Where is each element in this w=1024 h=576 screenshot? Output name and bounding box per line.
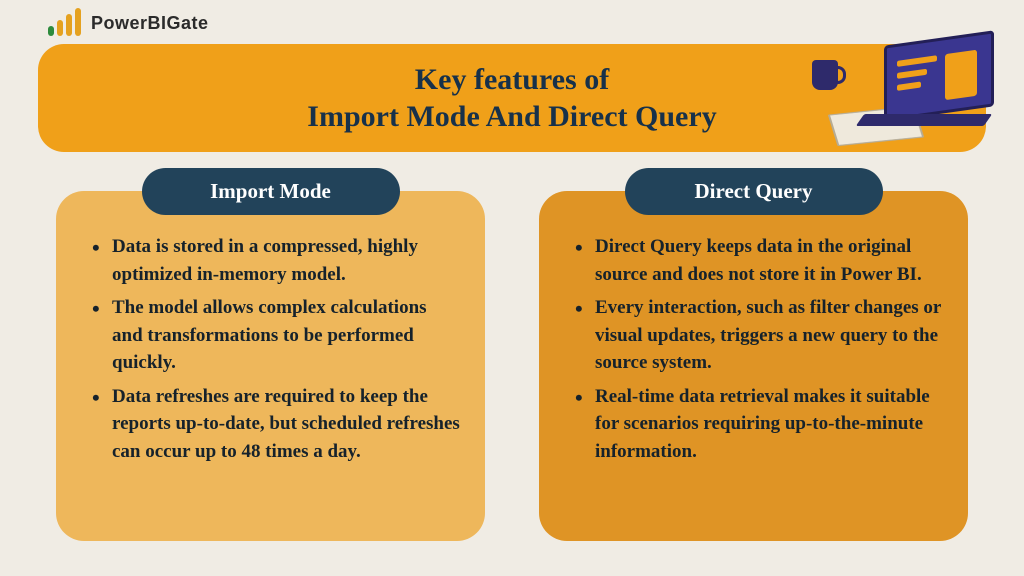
direct-query-column: Direct Query Direct Query keeps data in … xyxy=(539,168,968,541)
logo-bars-icon xyxy=(48,8,81,36)
list-item: Data refreshes are required to keep the … xyxy=(88,383,461,466)
title-line-2: Import Mode And Direct Query xyxy=(307,98,716,136)
brand-logo: PowerBIGate xyxy=(48,8,209,36)
list-item: The model allows complex calculations an… xyxy=(88,294,461,377)
feature-columns: Import Mode Data is stored in a compress… xyxy=(56,168,968,541)
list-item: Direct Query keeps data in the original … xyxy=(571,233,944,288)
list-item: Real-time data retrieval makes it suitab… xyxy=(571,383,944,466)
direct-query-card: Direct Query keeps data in the original … xyxy=(539,191,968,541)
import-mode-header: Import Mode xyxy=(142,168,400,215)
brand-name: PowerBIGate xyxy=(91,13,209,34)
import-mode-card: Data is stored in a compressed, highly o… xyxy=(56,191,485,541)
import-mode-column: Import Mode Data is stored in a compress… xyxy=(56,168,485,541)
list-item: Data is stored in a compressed, highly o… xyxy=(88,233,461,288)
title-line-1: Key features of xyxy=(415,61,609,99)
list-item: Every interaction, such as filter change… xyxy=(571,294,944,377)
direct-query-header: Direct Query xyxy=(625,168,883,215)
laptop-illustration-icon xyxy=(804,14,994,154)
